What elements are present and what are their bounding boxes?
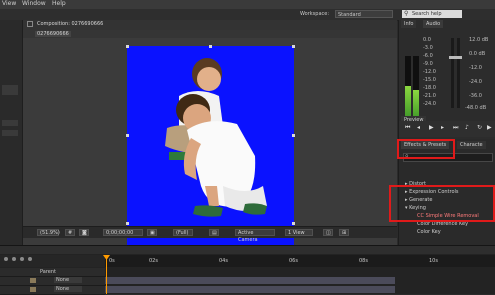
volume-slider-track[interactable] (457, 38, 460, 108)
grid-button[interactable]: # (65, 229, 75, 236)
camera-select[interactable]: Active Camera (235, 229, 275, 243)
transform-handle[interactable] (209, 45, 212, 48)
composition-icon (27, 21, 33, 27)
workspace-select[interactable]: Standard (335, 10, 393, 18)
layer-color-swatch (30, 278, 36, 283)
lock-switch-icon[interactable] (28, 257, 32, 261)
children-footage (165, 58, 267, 217)
ruler-tick: 02s (149, 258, 158, 264)
zoom-select[interactable]: (51.9%) (37, 229, 60, 236)
views-select[interactable]: 1 View (285, 229, 313, 236)
db-label: -15.0 (423, 77, 436, 83)
db-label: 0.0 (423, 37, 431, 43)
composition-subtab-label[interactable]: 0276690666 (35, 31, 71, 37)
transform-handle[interactable] (292, 222, 295, 225)
effect-color-key[interactable]: Color Key (417, 229, 441, 235)
menu-help[interactable]: Help (52, 0, 66, 7)
parent-select[interactable]: None (54, 286, 82, 292)
menu-bar: View Window Help (0, 0, 495, 9)
layer-color-swatch (30, 287, 36, 292)
flowchart-icon[interactable]: ⊞ (339, 229, 349, 236)
db-label: -36.0 (469, 93, 482, 99)
highlight-box-effects-tab (397, 139, 455, 159)
db-label: 0.0 dB (469, 51, 486, 57)
first-frame-icon[interactable]: ⏮ (405, 125, 411, 131)
menu-view[interactable]: View (2, 0, 16, 7)
transform-handle[interactable] (292, 45, 295, 48)
solo-switch-icon[interactable] (20, 257, 24, 261)
preview-controls: ⏮ ◂ ▶ ▸ ⏭ ♪ ↻ ▶ (399, 121, 495, 137)
volume-slider-thumb[interactable] (455, 56, 462, 59)
viewer-controls: (51.9%) # ◙ 0;00;00;00 ▣ (Full) ▤ Active… (23, 226, 397, 243)
time-ruler[interactable]: 0s 02s 04s 06s 08s 10s (105, 255, 495, 267)
transform-handle[interactable] (292, 134, 295, 137)
ruler-tick: 10s (429, 258, 438, 264)
audio-icon[interactable]: ♪ (465, 125, 471, 131)
next-frame-icon[interactable]: ▸ (441, 125, 447, 131)
db-label: -3.0 (423, 45, 433, 51)
menu-window[interactable]: Window (22, 0, 46, 7)
project-panel (0, 20, 23, 245)
project-item[interactable] (2, 120, 18, 126)
layer-parent-label: Parent (40, 269, 57, 275)
last-frame-icon[interactable]: ⏭ (453, 125, 459, 131)
transform-handle[interactable] (126, 222, 129, 225)
previous-frame-icon[interactable]: ◂ (417, 125, 423, 131)
timeline-panel: 0s 02s 04s 06s 08s 10s Parent None None (0, 245, 495, 295)
resolution-select[interactable]: (Full) (173, 229, 193, 236)
tab-info[interactable]: Info (401, 20, 417, 28)
timeline-tabbar (0, 246, 495, 254)
video-switch-icon[interactable] (4, 257, 8, 261)
layer-duration-bar[interactable] (105, 286, 395, 293)
composition-subtab: 0276690666 (23, 30, 397, 38)
loop-icon[interactable]: ↻ (477, 125, 483, 131)
composition-canvas[interactable] (126, 45, 295, 246)
ruler-tick: 06s (289, 258, 298, 264)
camera-icon[interactable]: ▣ (147, 229, 157, 236)
tab-character[interactable]: Characte (457, 141, 486, 149)
db-label: -12.0 (423, 69, 436, 75)
audio-switch-icon[interactable] (12, 257, 16, 261)
volume-slider-track[interactable] (451, 38, 454, 108)
ruler-tick: 04s (219, 258, 228, 264)
project-thumbnail (2, 85, 18, 95)
db-label: -48.0 dB (465, 105, 487, 111)
search-icon: ⚲ (404, 10, 409, 17)
db-label: -9.0 (423, 61, 433, 67)
render-icon[interactable]: ◫ (323, 229, 333, 236)
highlight-box-keying (389, 185, 495, 222)
playhead[interactable] (106, 255, 107, 294)
db-label: -24.0 (469, 79, 482, 85)
parent-select[interactable]: None (54, 277, 82, 283)
workspace-label: Workspace: (300, 11, 330, 17)
project-item[interactable] (2, 130, 18, 136)
snapshot-icon[interactable]: ◙ (79, 229, 89, 236)
db-label: -18.0 (423, 85, 436, 91)
ruler-tick: 0s (109, 258, 115, 264)
timeline-header (0, 255, 105, 267)
layer-row[interactable]: Parent (0, 268, 105, 277)
db-label: -12.0 (469, 65, 482, 71)
layer-row[interactable]: None (0, 277, 105, 286)
layer-row[interactable]: None (0, 286, 105, 295)
search-help-input[interactable]: Search help (402, 10, 462, 18)
ram-preview-icon[interactable]: ▶ (487, 125, 493, 131)
composition-tab[interactable]: Composition: 0276690666 (37, 21, 103, 27)
tab-audio[interactable]: Audio (423, 20, 444, 28)
layer-duration-bar[interactable] (105, 277, 395, 284)
db-label: -21.0 (423, 93, 436, 99)
timecode-display[interactable]: 0;00;00;00 (103, 229, 143, 236)
region-icon[interactable]: ▤ (209, 229, 219, 236)
ruler-tick: 08s (359, 258, 368, 264)
transform-handle[interactable] (126, 134, 129, 137)
db-label: -6.0 (423, 53, 433, 59)
db-label: -24.0 (423, 101, 436, 107)
db-label: 12.0 dB (469, 37, 489, 43)
transform-handle[interactable] (126, 45, 129, 48)
play-icon[interactable]: ▶ (429, 125, 435, 131)
